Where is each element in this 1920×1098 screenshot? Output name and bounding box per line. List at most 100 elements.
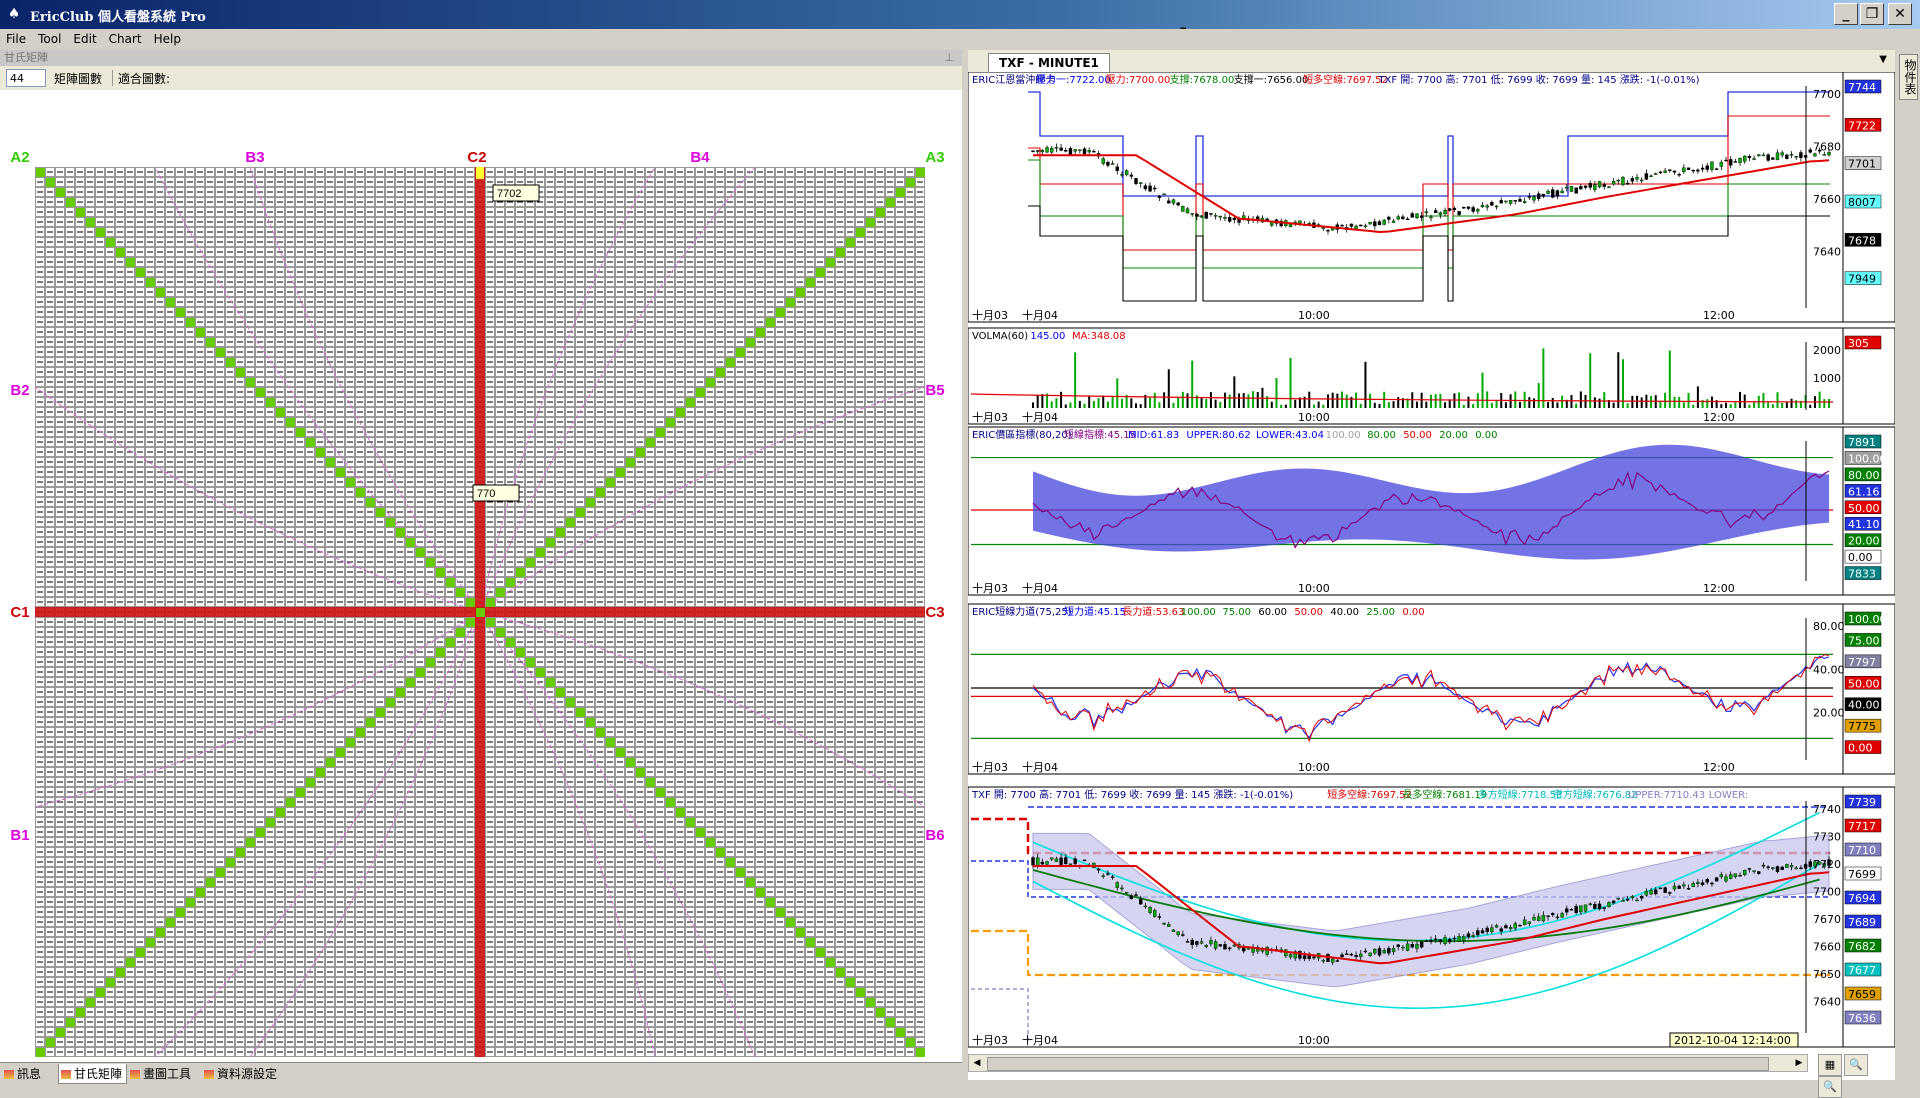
price-tooltip-mid-text: 770 (477, 488, 495, 500)
minimize-button[interactable]: _ (1834, 3, 1858, 25)
candle-body (1405, 943, 1410, 951)
tab-label: 畫圖工具 (143, 1067, 192, 1081)
green-diagonal-cell (266, 818, 275, 827)
y-tick-label: 7640 (1813, 246, 1841, 259)
restore-button[interactable]: ❐ (1860, 3, 1884, 25)
candle-body (1775, 152, 1780, 161)
tab-messages[interactable]: 訊息 (2, 1064, 45, 1083)
object-list-tab[interactable]: 物件表 (1899, 54, 1918, 100)
candle-body (1546, 915, 1550, 918)
volume-bar (1472, 404, 1475, 408)
green-diagonal-cell (86, 218, 95, 227)
volume-bar (1191, 360, 1194, 408)
horizontal-scrollbar[interactable]: ◀ ▶ (968, 1054, 1808, 1072)
scroll-left-icon[interactable]: ◀ (970, 1056, 984, 1070)
fit-count-button[interactable]: 適合圖數: (118, 70, 170, 87)
green-diagonal-cell (726, 858, 735, 867)
candle-body (1466, 206, 1471, 209)
matrix-label-b4: B4 (690, 149, 710, 166)
tab-data-source[interactable]: 資料源設定 (202, 1064, 281, 1083)
zoom-out-icon[interactable]: 🔍 (1818, 1076, 1842, 1098)
pane-force-header-text: 長力道:53.63 (1122, 605, 1184, 618)
pane-price-header-text: 壓力一:7722.00 (1036, 73, 1111, 86)
pin-icon[interactable]: ⊥ (944, 50, 954, 66)
candle-body (1054, 858, 1059, 862)
candle-body (1345, 953, 1349, 955)
candle-body (1527, 196, 1532, 198)
menu-tool[interactable]: Tool (32, 29, 67, 46)
menu-edit[interactable]: Edit (67, 29, 102, 46)
candle-body (1583, 904, 1588, 912)
green-diagonal-cell (436, 648, 445, 657)
candle-body (1728, 159, 1733, 166)
scroll-right-icon[interactable]: ▶ (1792, 1056, 1806, 1070)
candle-body (1419, 215, 1424, 218)
candle-body (1373, 949, 1377, 954)
candle-body (1035, 857, 1040, 866)
volume-bar (1636, 395, 1639, 408)
candle-body (1677, 173, 1681, 176)
menu-help[interactable]: Help (148, 29, 187, 46)
green-diagonal-cell (776, 308, 785, 317)
green-diagonal-cell (256, 388, 265, 397)
green-diagonal-cell (756, 888, 765, 897)
green-diagonal-cell (816, 948, 825, 957)
candle-body (1480, 930, 1485, 934)
tab-gann-matrix[interactable]: 甘氏矩陣 (58, 1064, 128, 1084)
matrix-count-button[interactable]: 矩陣圖數 (54, 70, 102, 87)
candle-body (1138, 182, 1143, 184)
candle-body (1363, 225, 1368, 227)
tab-drawing-tools[interactable]: 畫圖工具 (128, 1064, 195, 1083)
volume-bar (1710, 396, 1713, 408)
candle-body (1560, 913, 1564, 918)
candle-body (1115, 166, 1119, 171)
green-diagonal-cell (326, 758, 335, 767)
green-diagonal-cell (846, 978, 855, 987)
candle-body (1822, 154, 1827, 156)
menu-chart[interactable]: Chart (103, 29, 148, 46)
green-diagonal-cell (836, 248, 845, 257)
gann-matrix-canvas[interactable]: A2 B3 C2 B4 A3 B2 B5 C1 C3 B1 B6 A1 B8 C4 B7 A4 7702 770 (0, 90, 962, 1076)
pane-band-header-text: LOWER:43.04 (1256, 430, 1324, 441)
y-tick-label: 7740 (1813, 803, 1841, 816)
matrix-size-input[interactable]: 44 (6, 69, 46, 87)
candle-body (1536, 916, 1541, 921)
candle-body (1658, 887, 1663, 890)
chevron-down-icon[interactable]: ▼ (1879, 54, 1887, 65)
green-diagonal-cell (676, 408, 685, 417)
candle-body (1377, 221, 1382, 226)
tab-label: 訊息 (17, 1067, 42, 1081)
candle-body (1761, 154, 1766, 157)
grid-icon[interactable]: ▦ (1818, 1054, 1842, 1076)
green-diagonal-cell (756, 328, 765, 337)
candle-body (1668, 169, 1672, 171)
menu-file[interactable]: File (0, 29, 32, 46)
green-diagonal-cell (906, 178, 915, 187)
scroll-thumb[interactable] (987, 1057, 1769, 1071)
green-diagonal-cell (446, 578, 455, 587)
chart-canvas[interactable]: ERIC江恩當沖師卡壓力一:7722.00壓力:7700.00 支撐:7678.0… (968, 72, 1895, 1080)
volume-bar (1139, 404, 1142, 408)
green-diagonal-cell (636, 448, 645, 457)
value-badge-text: 50.00 (1848, 677, 1880, 690)
tab-txf-minute1[interactable]: TXF - MINUTE1 (988, 53, 1110, 72)
green-diagonal-cell (456, 588, 465, 597)
candle-body (1654, 173, 1658, 175)
volume-bar (1692, 404, 1695, 408)
pane-force-header-text: 0.00 (1402, 607, 1424, 618)
green-diagonal-cell (766, 898, 775, 907)
candle-body (1691, 883, 1695, 888)
volume-bar (1767, 402, 1770, 408)
candle-body (1700, 167, 1705, 170)
volume-bar (1570, 395, 1573, 408)
candle-body (1359, 224, 1363, 227)
candle-body (1583, 185, 1588, 188)
gann-matrix[interactable]: A2 B3 C2 B4 A3 B2 B5 C1 C3 B1 B6 A1 B8 C4 B7 A4 7702 770 (0, 90, 962, 1076)
volume-bar (1467, 396, 1470, 408)
candle-body (1551, 913, 1555, 916)
green-diagonal-cell (46, 178, 55, 187)
green-diagonal-cell (76, 1008, 85, 1017)
close-button[interactable]: ✕ (1888, 3, 1912, 25)
candle-body (1555, 916, 1560, 919)
zoom-in-icon[interactable]: 🔍 (1844, 1054, 1868, 1076)
